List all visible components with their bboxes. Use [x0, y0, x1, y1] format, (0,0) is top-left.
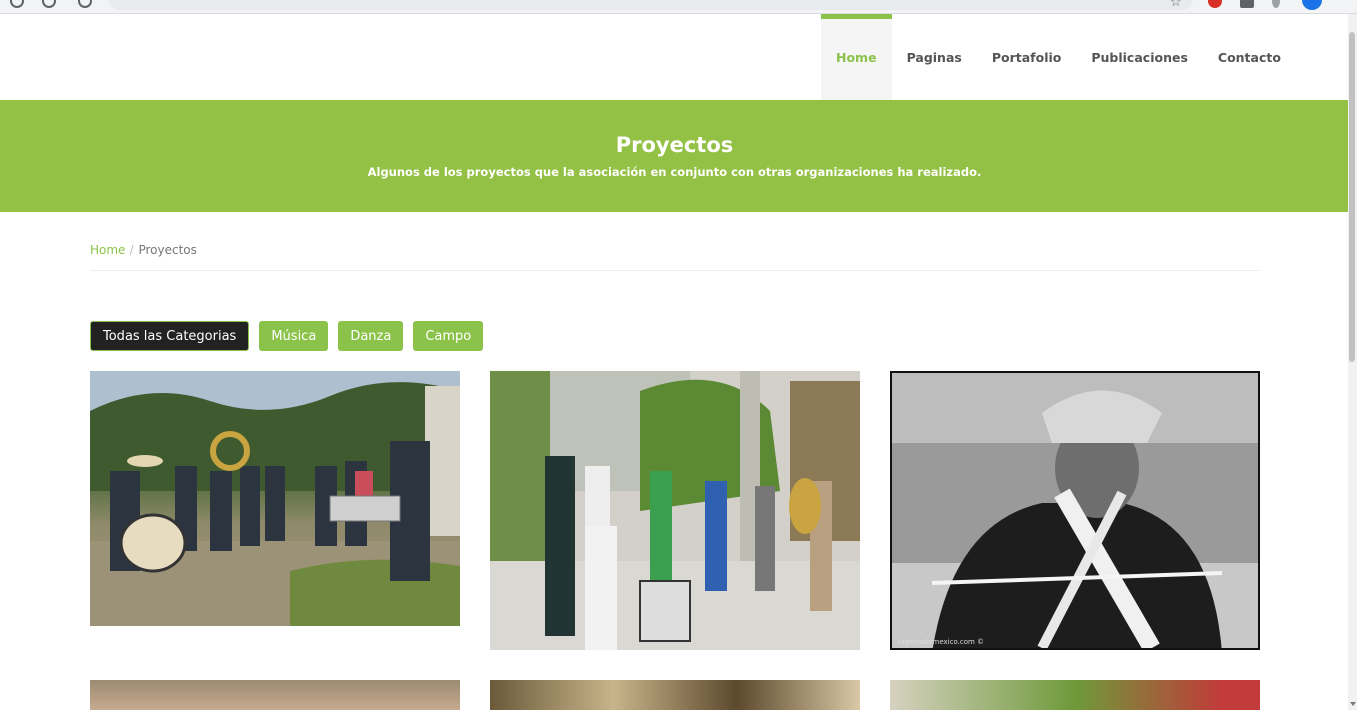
- scroll-down-icon[interactable]: [1350, 702, 1356, 706]
- page-title: Proyectos: [615, 133, 734, 157]
- filter-campo-button[interactable]: Campo: [413, 321, 484, 351]
- page-scrollbar[interactable]: [1348, 14, 1357, 710]
- breadcrumb: Home / Proyectos: [90, 243, 1260, 271]
- project-image-coop[interactable]: [490, 680, 860, 710]
- project-image-masked-dancer[interactable]: lugaresdemexico.com ©: [890, 371, 1260, 650]
- filter-musica-button[interactable]: Música: [259, 321, 329, 351]
- scrollbar-thumb[interactable]: [1349, 32, 1355, 362]
- nav-item-publicaciones[interactable]: Publicaciones: [1076, 14, 1203, 100]
- back-icon[interactable]: [10, 0, 24, 8]
- filter-all-button[interactable]: Todas las Categorias: [90, 321, 250, 351]
- filter-danza-button[interactable]: Danza: [338, 321, 404, 351]
- nav-item-portafolio[interactable]: Portafolio: [977, 14, 1077, 100]
- nav-item-paginas[interactable]: Paginas: [892, 14, 977, 100]
- main-navigation: Home Paginas Portafolio Publicaciones Co…: [821, 14, 1296, 100]
- breadcrumb-current: Proyectos: [138, 243, 197, 257]
- image-watermark: lugaresdemexico.com ©: [898, 638, 985, 646]
- page-title-banner: Proyectos Algunos de los proyectos que l…: [0, 100, 1349, 212]
- address-bar[interactable]: [108, 0, 1193, 10]
- forward-icon[interactable]: [42, 0, 56, 8]
- extension-icon[interactable]: [1272, 0, 1280, 8]
- profile-avatar-icon[interactable]: [1302, 0, 1322, 10]
- breadcrumb-separator: /: [129, 243, 134, 257]
- category-filters: Todas las Categorias Música Danza Campo: [90, 321, 484, 351]
- project-image-plants[interactable]: [890, 680, 1260, 710]
- bookmark-star-icon[interactable]: ☆: [1170, 0, 1182, 9]
- nav-item-home[interactable]: Home: [821, 14, 892, 100]
- page-subtitle: Algunos de los proyectos que la asociaci…: [367, 165, 982, 179]
- project-image-animal[interactable]: [90, 680, 460, 710]
- browser-toolbar: ☆: [0, 0, 1357, 14]
- site-header: Home Paginas Portafolio Publicaciones Co…: [0, 14, 1349, 100]
- extension-icon[interactable]: [1240, 0, 1254, 8]
- project-image-youth-band[interactable]: [490, 371, 860, 650]
- reload-icon[interactable]: [78, 0, 92, 8]
- extension-icon[interactable]: [1208, 0, 1222, 8]
- project-image-band[interactable]: [90, 371, 460, 626]
- nav-item-contacto[interactable]: Contacto: [1203, 14, 1296, 100]
- breadcrumb-home-link[interactable]: Home: [90, 243, 125, 257]
